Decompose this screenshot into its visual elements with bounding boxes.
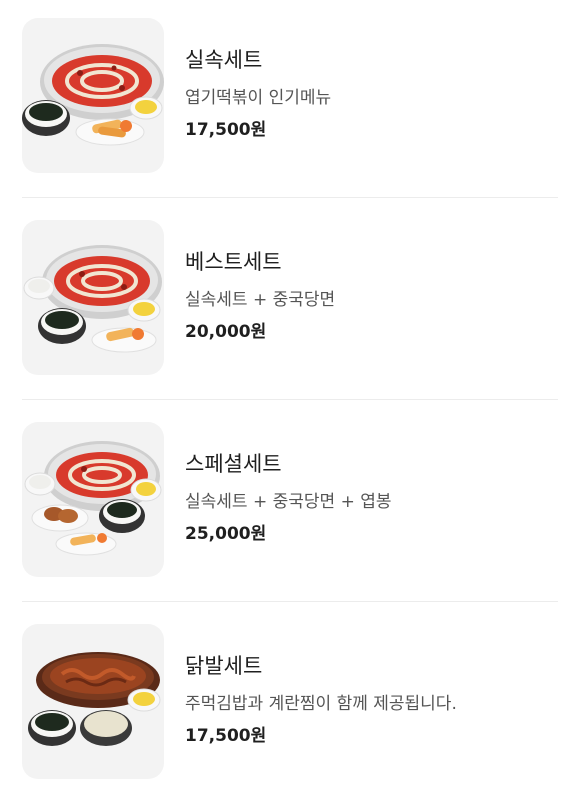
menu-item-best-set[interactable]: 베스트세트 실속세트 + 중국당면 20,000원 (22, 220, 558, 380)
menu-item-price: 17,500원 (185, 726, 267, 746)
divider (22, 197, 558, 198)
menu-item-name: 스페셜세트 (185, 452, 282, 476)
menu-item-price: 25,000원 (185, 524, 267, 544)
menu-item-info: 베스트세트 실속세트 + 중국당면 20,000원 (185, 248, 555, 344)
menu-item-name: 실속세트 (185, 48, 263, 72)
divider (22, 399, 558, 400)
menu-item-price: 17,500원 (185, 120, 267, 140)
tteokbokki-set-image (22, 422, 164, 577)
menu-item-name: 닭발세트 (185, 654, 263, 678)
menu-item-price: 20,000원 (185, 322, 267, 342)
menu-item-description: 주먹김밥과 계란찜이 함께 제공됩니다. (185, 694, 457, 714)
menu-item-special-set[interactable]: 스페셜세트 실속세트 + 중국당면 + 엽봉 25,000원 (22, 422, 558, 582)
divider (22, 601, 558, 602)
menu-item-info: 닭발세트 주먹김밥과 계란찜이 함께 제공됩니다. 17,500원 (185, 652, 555, 748)
menu-item-name: 베스트세트 (185, 250, 282, 274)
menu-item-silsok-set[interactable]: 실속세트 엽기떡볶이 인기메뉴 17,500원 (22, 18, 558, 178)
menu-item-description: 실속세트 + 중국당면 (185, 290, 336, 310)
menu-item-info: 실속세트 엽기떡볶이 인기메뉴 17,500원 (185, 46, 555, 142)
chicken-feet-set-image (22, 624, 164, 779)
tteokbokki-set-image (22, 220, 164, 375)
menu-item-description: 실속세트 + 중국당면 + 엽봉 (185, 492, 392, 512)
menu-item-info: 스페셜세트 실속세트 + 중국당면 + 엽봉 25,000원 (185, 450, 555, 546)
menu-list: 실속세트 엽기떡볶이 인기메뉴 17,500원 베스트세트 실속세트 + 중국당… (0, 0, 580, 800)
menu-item-chicken-feet-set[interactable]: 닭발세트 주먹김밥과 계란찜이 함께 제공됩니다. 17,500원 (22, 624, 558, 784)
tteokbokki-set-image (22, 18, 164, 173)
menu-item-description: 엽기떡볶이 인기메뉴 (185, 88, 332, 108)
